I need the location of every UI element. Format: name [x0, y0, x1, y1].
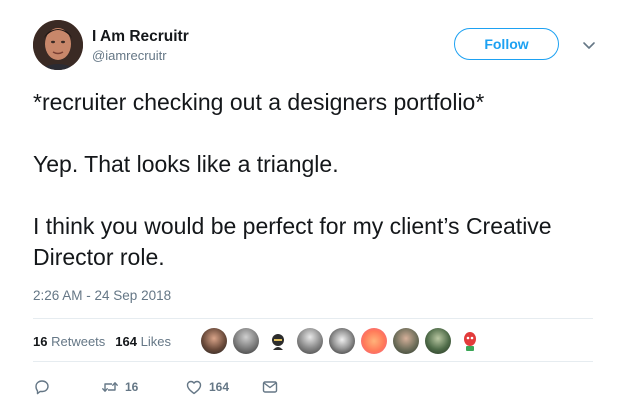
tweet-actions: 16 164 — [33, 376, 279, 398]
display-name[interactable]: I Am Recruitr — [92, 28, 189, 46]
like-button[interactable]: 164 — [185, 378, 261, 396]
retweet-button[interactable]: 16 — [101, 378, 185, 396]
reply-icon — [35, 380, 49, 395]
liker-avatar[interactable] — [457, 328, 483, 354]
divider — [33, 318, 593, 319]
liker-avatar[interactable] — [233, 328, 259, 354]
liker-avatar[interactable] — [361, 328, 387, 354]
retweet-icon — [102, 382, 118, 392]
reply-button[interactable] — [33, 378, 101, 396]
tweet-header: I Am Recruitr @iamrecruitr Follow — [33, 18, 603, 74]
liker-avatar[interactable] — [297, 328, 323, 354]
retweets-label: Retweets — [51, 333, 106, 349]
retweet-count: 16 — [125, 380, 139, 394]
retweets-stat[interactable]: 16 Retweets — [33, 334, 105, 349]
liker-avatar[interactable] — [329, 328, 355, 354]
likes-stat[interactable]: 164 Likes — [115, 334, 171, 349]
user-handle[interactable]: @iamrecruitr — [92, 47, 189, 64]
avatar[interactable] — [33, 20, 83, 70]
tweet-line: *recruiter checking out a designers port… — [33, 89, 485, 115]
liker-avatar[interactable] — [201, 328, 227, 354]
retweets-count: 16 — [33, 333, 48, 349]
tweet-line: Yep. That looks like a triangle. — [33, 151, 339, 177]
follow-button[interactable]: Follow — [454, 28, 559, 60]
message-button[interactable] — [261, 378, 279, 396]
liker-avatar[interactable] — [265, 328, 291, 354]
tweet-text: *recruiter checking out a designers port… — [33, 87, 593, 273]
tweet-card: I Am Recruitr @iamrecruitr Follow *recru… — [0, 0, 626, 413]
tweet-timestamp[interactable]: 2:26 AM - 24 Sep 2018 — [33, 288, 171, 303]
divider — [33, 361, 593, 362]
tweet-stats: 16 Retweets 164 Likes — [33, 326, 181, 356]
heart-icon — [186, 380, 202, 395]
liker-avatar[interactable] — [393, 328, 419, 354]
liker-avatar[interactable] — [425, 328, 451, 354]
like-count: 164 — [209, 380, 230, 394]
user-names: I Am Recruitr @iamrecruitr — [92, 28, 189, 64]
likes-label: Likes — [140, 333, 171, 349]
message-icon — [262, 381, 278, 393]
chevron-down-icon[interactable] — [582, 38, 596, 52]
likes-count: 164 — [115, 333, 137, 349]
tweet-line: I think you would be perfect for my clie… — [33, 213, 552, 270]
liker-avatars — [201, 327, 489, 355]
